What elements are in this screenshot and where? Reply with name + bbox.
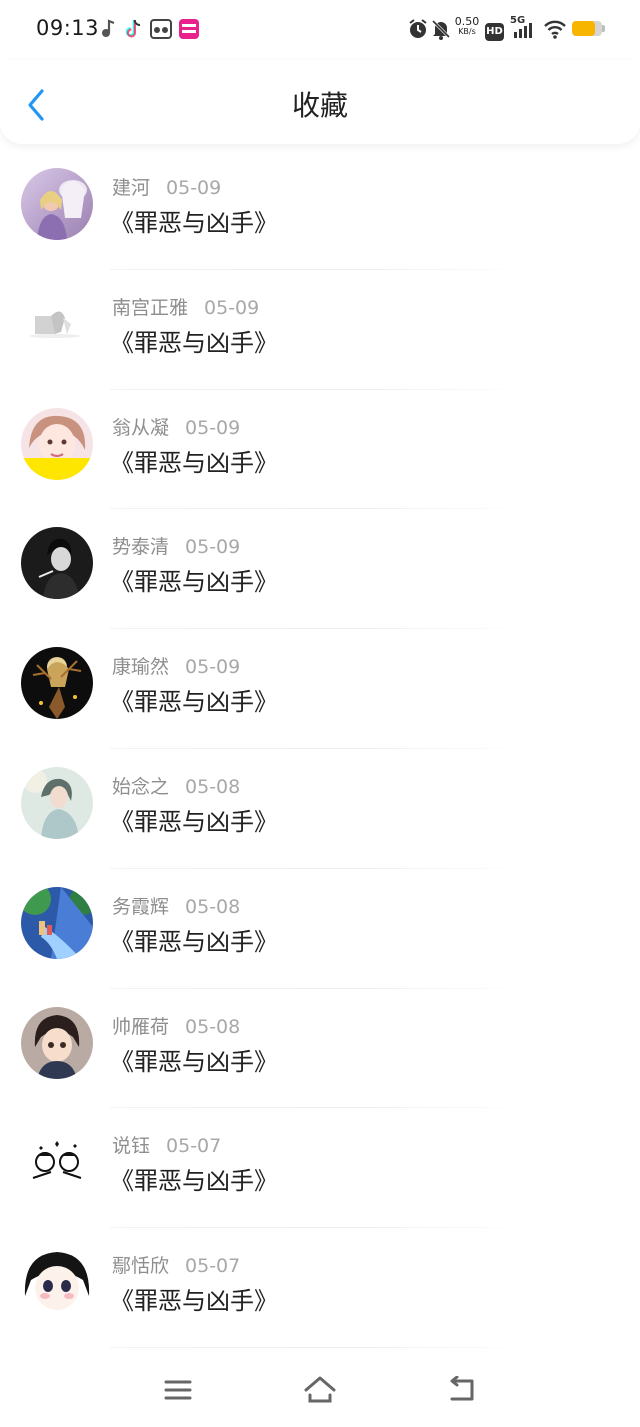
item-author: 务霞辉 [112,895,170,918]
item-date: 05-08 [185,775,241,798]
item-date: 05-09 [185,656,241,679]
battery-level [572,21,595,36]
tiktok-icon [124,18,144,44]
item-author: 鄢恬欣 [112,1255,170,1278]
item-meta: 帅雁荷 05-08 [112,1015,240,1039]
list-item[interactable]: 南宫正雅 05-09 《罪恶与凶手》 [0,270,640,390]
item-meta: 势泰清 05-09 [112,535,240,559]
status-bar: 09:13 0.50 KB/s HD 5G [0,0,640,60]
hd-icon: HD [485,19,504,41]
item-title[interactable]: 《罪恶与凶手》 [110,565,278,599]
page-title: 收藏 [291,89,348,122]
item-title[interactable]: 《罪恶与凶手》 [110,1045,278,1079]
item-title[interactable]: 《罪恶与凶手》 [110,685,278,719]
item-author: 帅雁荷 [112,1015,170,1038]
item-author: 南宫正雅 [112,296,189,319]
item-title[interactable]: 《罪恶与凶手》 [110,206,278,240]
mute-icon [430,18,452,44]
battery-icon [572,21,602,36]
back-nav-button[interactable] [440,1370,484,1410]
app-icon [150,18,172,44]
avatar[interactable] [21,168,93,240]
item-meta: 鄢恬欣 05-07 [112,1254,240,1278]
net-speed: 0.50 KB/s [452,16,482,37]
item-meta: 南宫正雅 05-09 [112,296,259,320]
signal-icon: 5G [510,15,538,45]
list-item[interactable]: 势泰清 05-09 《罪恶与凶手》 [0,509,640,630]
net-speed-unit: KB/s [458,27,476,36]
alarm-icon [407,18,429,44]
item-date: 05-08 [185,895,241,918]
menu-button[interactable] [156,1370,200,1410]
item-meta: 务霞辉 05-08 [112,895,240,919]
item-date: 05-07 [166,1135,222,1158]
item-meta: 建河 05-09 [112,176,221,200]
item-date: 05-09 [204,296,260,319]
item-date: 05-07 [185,1255,241,1278]
avatar[interactable] [21,1006,93,1079]
app-badge-icon [178,18,200,44]
app-header: 收藏 [0,60,640,144]
avatar[interactable] [21,527,93,600]
item-meta: 翁从凝 05-09 [112,416,240,440]
wifi-icon [543,18,567,44]
list-item[interactable]: 建河 05-09 《罪恶与凶手》 [0,150,640,270]
avatar[interactable] [21,886,93,959]
item-date: 05-09 [185,416,241,439]
back-icon [450,1376,474,1401]
item-date: 05-09 [185,536,241,559]
item-title[interactable]: 《罪恶与凶手》 [110,805,278,839]
system-nav-bar [0,1360,640,1427]
item-meta: 康瑜然 05-09 [112,655,240,679]
list-item[interactable]: 康瑜然 05-09 《罪恶与凶手》 [0,629,640,749]
list-item[interactable]: 始念之 05-08 《罪恶与凶手》 [0,749,640,869]
item-title[interactable]: 《罪恶与凶手》 [110,446,278,480]
item-title[interactable]: 《罪恶与凶手》 [110,1164,278,1198]
item-title[interactable]: 《罪恶与凶手》 [110,1284,278,1318]
home-button[interactable] [298,1370,342,1410]
favorites-list: 建河 05-09 《罪恶与凶手》 南宫正雅 05-09 《罪恶与凶手》 翁从凝 05-… [0,150,640,1348]
divider [110,1346,530,1348]
list-item[interactable]: 说钰 05-07 《罪恶与凶手》 [0,1108,640,1229]
item-author: 翁从凝 [112,416,170,439]
list-item[interactable]: 鄢恬欣 05-07 《罪恶与凶手》 [0,1228,640,1348]
battery-tip [602,25,605,32]
home-icon [304,1376,336,1403]
list-item[interactable]: 翁从凝 05-09 《罪恶与凶手》 [0,390,640,510]
item-author: 说钰 [112,1135,151,1158]
hd-label: HD [485,23,504,41]
list-item[interactable]: 帅雁荷 05-08 《罪恶与凶手》 [0,989,640,1109]
item-title[interactable]: 《罪恶与凶手》 [110,326,278,360]
avatar[interactable] [21,407,93,480]
item-meta: 始念之 05-08 [112,775,240,799]
item-author: 建河 [112,177,151,199]
item-meta: 说钰 05-07 [112,1134,221,1158]
item-author: 康瑜然 [112,656,170,679]
avatar[interactable] [21,766,93,839]
network-label: 5G [510,15,526,26]
item-date: 05-08 [185,1015,241,1038]
menu-icon [164,1380,192,1400]
app-notification-icon [100,18,116,44]
item-date: 05-09 [166,177,222,199]
item-author: 势泰清 [112,536,170,559]
avatar[interactable] [21,1126,93,1199]
avatar[interactable] [21,287,93,360]
item-author: 始念之 [112,775,170,798]
avatar[interactable] [21,1246,93,1319]
list-item[interactable]: 务霞辉 05-08 《罪恶与凶手》 [0,869,640,989]
avatar[interactable] [21,647,93,720]
item-title[interactable]: 《罪恶与凶手》 [110,925,278,959]
status-time: 09:13 [36,16,100,40]
